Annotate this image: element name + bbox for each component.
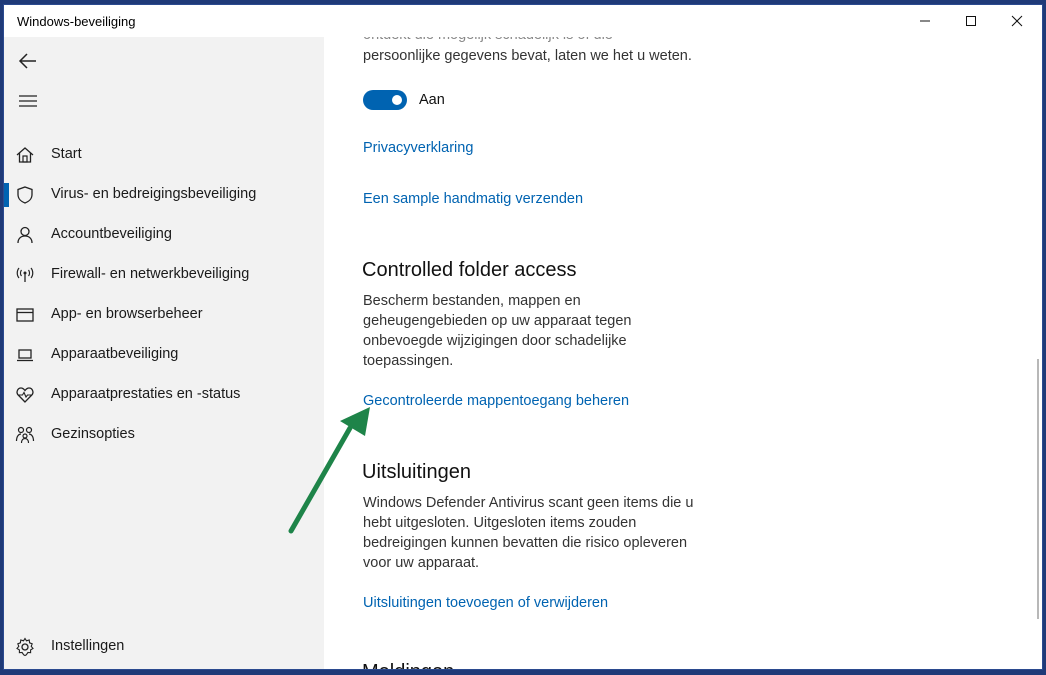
main-content: ontdekt die mogelijk schadelijk is of di…	[324, 37, 1042, 669]
gear-icon	[16, 637, 34, 657]
sidebar-item-account[interactable]: Accountbeveiliging	[4, 215, 324, 255]
sidebar-item-app-browser[interactable]: App- en browserbeheer	[4, 295, 324, 335]
maximize-icon	[966, 16, 976, 26]
exclusions-description-line: Windows Defender Antivirus scant geen it…	[363, 495, 694, 511]
close-icon	[1011, 15, 1023, 27]
toggle-state-label: Aan	[419, 92, 445, 108]
close-button[interactable]	[994, 5, 1040, 37]
sidebar-item-label: Apparaatprestaties en -status	[51, 386, 241, 402]
heart-pulse-icon	[16, 387, 34, 403]
sidebar-item-label: Firewall- en netwerkbeveiliging	[51, 266, 250, 282]
sidebar-item-label: Gezinsopties	[51, 426, 135, 442]
controlled-folder-access-heading: Controlled folder access	[362, 259, 577, 281]
app-window: Windows-beveiliging Start Virus- en bedr…	[4, 5, 1042, 669]
minimize-button[interactable]	[902, 5, 948, 37]
cfa-description-line: onbevoegde wijzigingen door schadelijke	[363, 333, 627, 349]
maximize-button[interactable]	[948, 5, 994, 37]
clipped-text-line: ontdekt die mogelijk schadelijk is of di…	[363, 37, 613, 45]
laptop-icon	[17, 349, 33, 362]
sidebar-item-label: App- en browserbeheer	[51, 306, 203, 322]
sidebar-item-device-performance[interactable]: Apparaatprestaties en -status	[4, 375, 324, 415]
shield-icon	[17, 186, 33, 204]
sidebar: Start Virus- en bedreigingsbeveiliging A…	[4, 37, 324, 669]
sample-submission-toggle[interactable]	[363, 90, 407, 110]
sidebar-item-label: Start	[51, 146, 82, 162]
exclusions-description-line: bedreigingen kunnen bevatten die risico …	[363, 535, 688, 551]
browser-window-icon	[16, 308, 34, 322]
home-icon	[16, 147, 34, 163]
sidebar-item-label: Apparaatbeveiliging	[51, 346, 179, 362]
sidebar-item-settings[interactable]: Instellingen	[4, 627, 324, 667]
back-arrow-icon	[18, 53, 36, 69]
hamburger-icon	[19, 95, 37, 107]
sidebar-item-label: Accountbeveiliging	[51, 226, 172, 242]
sidebar-item-label: Virus- en bedreigingsbeveiliging	[51, 186, 257, 202]
manage-controlled-folder-access-link[interactable]: Gecontroleerde mappentoegang beheren	[363, 391, 629, 411]
submit-sample-link[interactable]: Een sample handmatig verzenden	[363, 189, 583, 209]
cfa-description-line: toepassingen.	[363, 353, 454, 369]
cfa-description-line: Bescherm bestanden, mappen en	[363, 293, 581, 309]
sidebar-item-family[interactable]: Gezinsopties	[4, 415, 324, 455]
add-remove-exclusions-link[interactable]: Uitsluitingen toevoegen of verwijderen	[363, 593, 608, 613]
wifi-signal-icon	[16, 267, 34, 282]
exclusions-heading: Uitsluitingen	[362, 461, 471, 483]
hamburger-menu-button[interactable]	[4, 81, 52, 121]
notifications-heading: Meldingen	[362, 661, 454, 669]
sidebar-item-firewall[interactable]: Firewall- en netwerkbeveiliging	[4, 255, 324, 295]
cfa-description-line: geheugengebieden op uw apparaat tegen	[363, 313, 632, 329]
toggle-knob	[392, 95, 402, 105]
settings-label: Instellingen	[51, 638, 125, 654]
sidebar-item-device-security[interactable]: Apparaatbeveiliging	[4, 335, 324, 375]
back-button[interactable]	[4, 41, 52, 81]
toggle-description: persoonlijke gegevens bevat, laten we he…	[363, 48, 692, 64]
active-indicator	[4, 183, 9, 207]
sidebar-item-start[interactable]: Start	[4, 135, 324, 175]
window-title: Windows-beveiliging	[17, 14, 136, 29]
person-icon	[17, 226, 33, 244]
sidebar-item-virus-protection[interactable]: Virus- en bedreigingsbeveiliging	[4, 175, 324, 215]
minimize-icon	[920, 20, 930, 22]
vertical-scrollbar[interactable]	[1037, 359, 1039, 619]
family-icon	[15, 426, 35, 444]
title-bar: Windows-beveiliging	[4, 5, 1042, 37]
exclusions-description-line: voor uw apparaat.	[363, 555, 480, 571]
exclusions-description-line: hebt uitgesloten. Uitgesloten items zoud…	[363, 515, 637, 531]
privacy-statement-link[interactable]: Privacyverklaring	[363, 138, 473, 158]
